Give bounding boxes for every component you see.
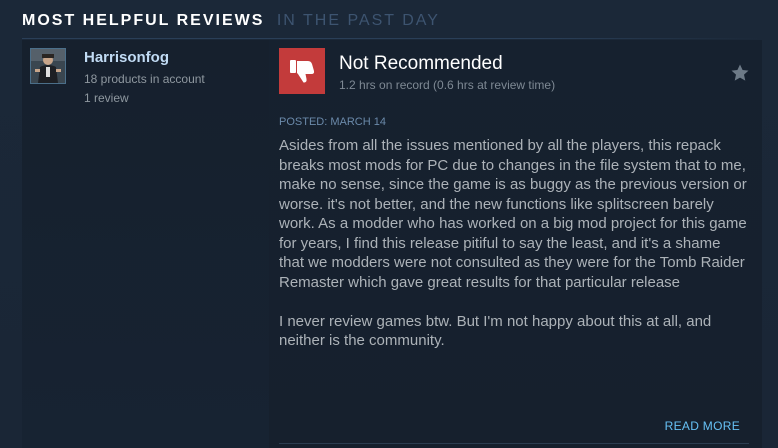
author-products-count[interactable]: 18 products in account [84,72,205,86]
reviews-page: MOST HELPFUL REVIEWS IN THE PAST DAY Har… [0,0,778,448]
header-divider [22,38,762,39]
review-hours: 1.2 hrs on record (0.6 hrs at review tim… [339,78,556,92]
review-body: Asides from all the issues mentioned by … [279,136,749,370]
star-glyph [731,64,749,81]
review-verdict[interactable]: Not Recommended [339,53,503,75]
thumbs-down-icon[interactable] [279,48,325,94]
posted-date: POSTED: MARCH 14 [279,116,386,128]
avatar-image [31,49,65,83]
review-paragraph: I never review games btw. But I'm not ha… [279,312,712,350]
thumbs-down-glyph [290,60,315,83]
review-paragraph: Asides from all the issues mentioned by … [279,137,747,291]
author-name[interactable]: Harrisonfog [84,49,169,66]
avatar[interactable] [30,48,66,84]
author-panel: Harrisonfog 18 products in account 1 rev… [22,40,269,448]
review-panel: Not Recommended 1.2 hrs on record (0.6 h… [269,40,762,448]
section-subtitle: IN THE PAST DAY [276,12,440,29]
review-footer-divider [279,443,749,444]
section-title: MOST HELPFUL REVIEWS [22,12,265,29]
section-header: MOST HELPFUL REVIEWS IN THE PAST DAY [22,11,440,31]
star-icon[interactable] [730,63,750,83]
author-review-count[interactable]: 1 review [84,91,129,105]
read-more-link[interactable]: READ MORE [665,419,740,433]
